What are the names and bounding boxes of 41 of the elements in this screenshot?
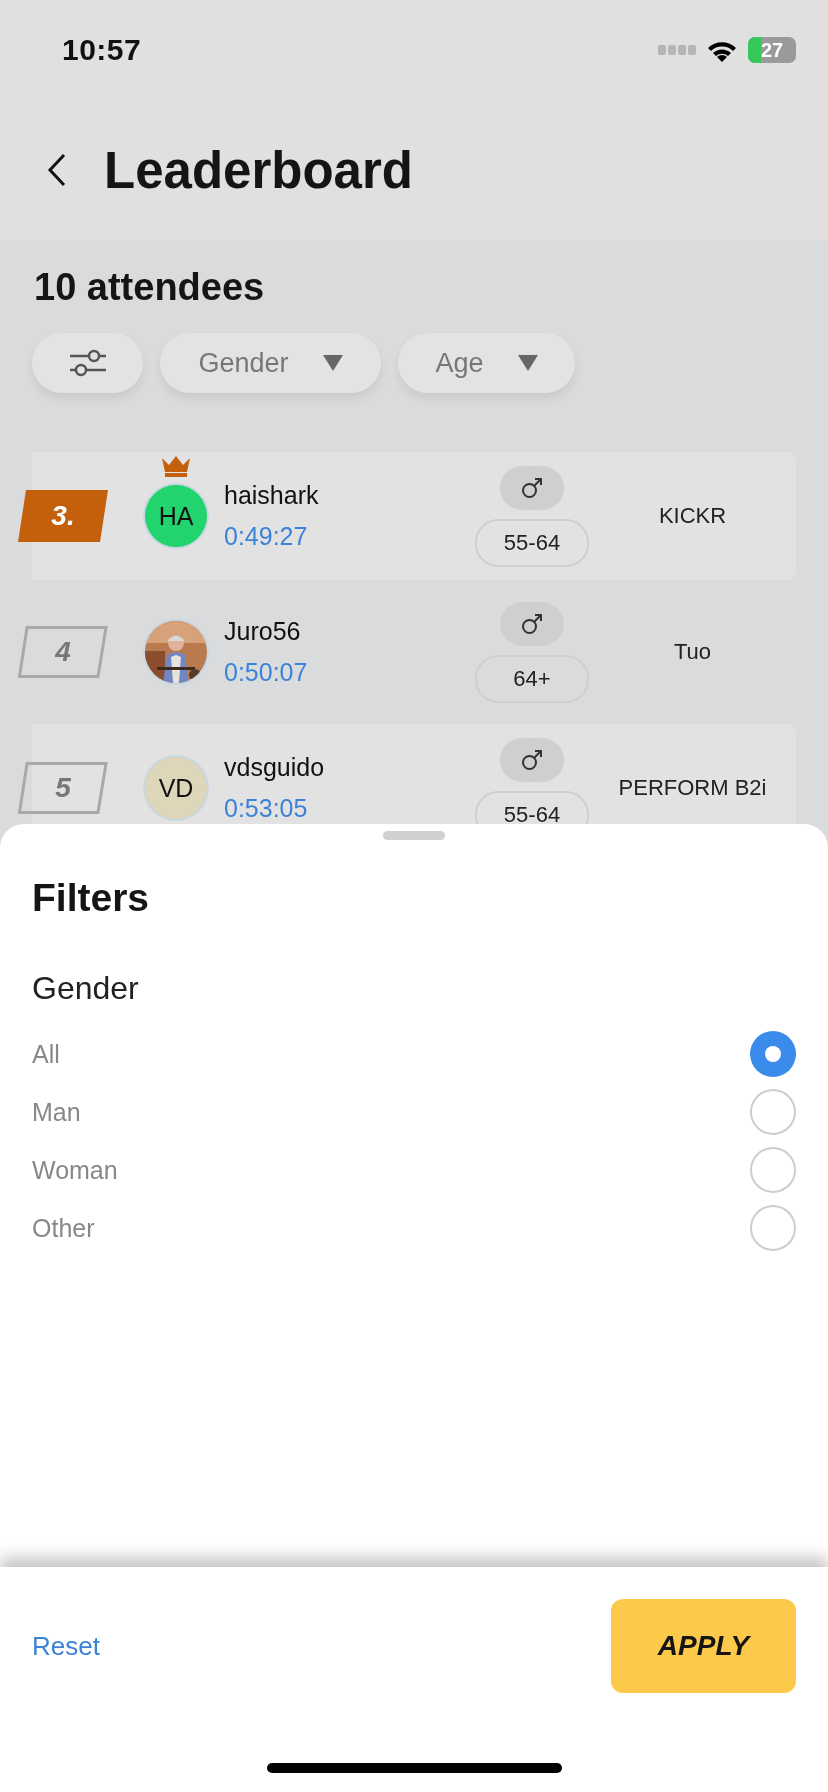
option-label: Other	[32, 1213, 95, 1243]
section-title: Gender	[32, 970, 140, 1007]
trainer-name: PERFORM B2i	[617, 775, 768, 801]
rank-badge: 5	[18, 762, 108, 814]
rider-name: Juro56	[224, 617, 302, 646]
option-label: Man	[32, 1097, 81, 1127]
sheet-title: Filters	[32, 876, 151, 920]
caret-icon	[322, 355, 343, 371]
radio-button[interactable]	[750, 1089, 796, 1135]
page-title: Leaderboard	[104, 140, 413, 200]
rider-name: haishark	[224, 481, 320, 510]
trainer-name: Tuo	[672, 639, 713, 665]
rank-badge: 4	[18, 626, 108, 678]
reset-link[interactable]: Reset	[32, 1630, 100, 1662]
radio-button[interactable]	[750, 1031, 796, 1077]
signal-icon	[658, 45, 696, 55]
age-tag: 55-64	[475, 518, 589, 567]
finish-time: 0:53:05	[224, 794, 309, 823]
age-tag: 64+	[475, 654, 589, 703]
sliders-icon	[67, 349, 108, 377]
trainer-name: KICKR	[657, 503, 728, 529]
drag-handle[interactable]	[383, 831, 445, 840]
leaderboard-row[interactable]: 3. HA haishark 0:49:27 55-64 KICKR	[18, 452, 796, 580]
male-icon	[520, 475, 544, 500]
finish-time: 0:49:27	[224, 522, 309, 551]
rank-badge: 3.	[18, 490, 108, 542]
caret-icon	[517, 355, 538, 371]
avatar: HA	[145, 485, 207, 547]
finish-time: 0:50:07	[224, 658, 309, 687]
radio-button[interactable]	[750, 1205, 796, 1251]
male-icon	[520, 747, 544, 772]
option-label: All	[32, 1039, 60, 1069]
battery-icon: 27	[748, 37, 796, 63]
male-icon	[520, 611, 544, 636]
radio-button[interactable]	[750, 1147, 796, 1193]
avatar: VD	[145, 757, 207, 819]
apply-button[interactable]: APPLY	[611, 1599, 796, 1693]
rider-name: vdsguido	[224, 753, 326, 782]
attendees-count: 10 attendees	[34, 266, 266, 309]
option-label: Woman	[32, 1155, 118, 1185]
status-time: 10:57	[62, 33, 142, 67]
